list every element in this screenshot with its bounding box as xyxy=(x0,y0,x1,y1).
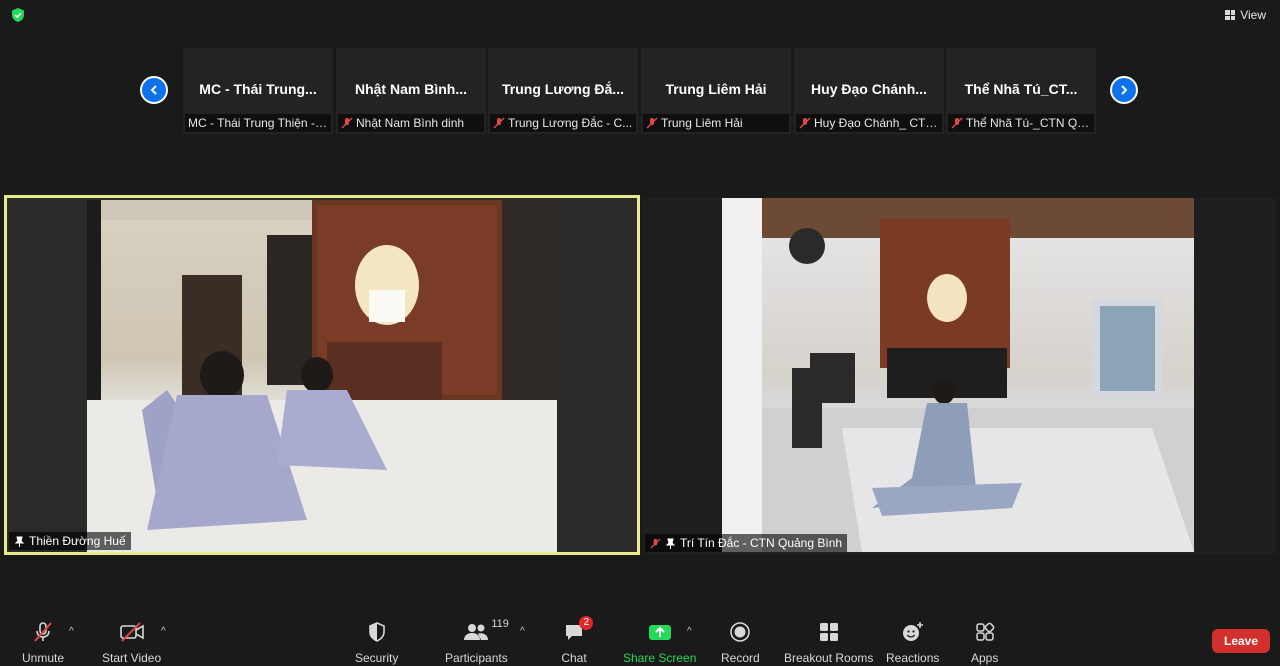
shield-icon xyxy=(364,620,390,644)
participant-label: MC - Thái Trung Thiện - ... xyxy=(185,114,331,132)
record-button[interactable]: Record xyxy=(721,620,760,665)
apps-icon xyxy=(972,620,998,644)
mic-muted-icon xyxy=(951,117,963,129)
mic-muted-icon xyxy=(30,620,56,644)
participant-title: Trung Lương Đắ... xyxy=(502,81,624,97)
participant-label: Trung Liêm Hải xyxy=(643,114,789,132)
reactions-label: Reactions xyxy=(886,651,940,665)
pin-icon xyxy=(14,536,25,547)
participant-title: Nhật Nam Bình... xyxy=(354,81,467,97)
pin-icon xyxy=(665,538,676,549)
video-options-caret[interactable]: ^ xyxy=(161,626,166,637)
meditation-hall-scene xyxy=(87,200,557,552)
participant-label: Huy Đạo Chánh_ CTN... xyxy=(796,114,942,132)
apps-label: Apps xyxy=(971,651,999,665)
security-button[interactable]: Security xyxy=(355,620,398,665)
participant-name-tag: Trí Tín Đắc - CTN Quảng Bình xyxy=(645,534,848,552)
meditation-hall-scene xyxy=(722,198,1194,552)
participant-tile[interactable]: MC - Thái Trung... MC - Thái Trung Thiện… xyxy=(183,48,333,134)
record-label: Record xyxy=(721,651,760,665)
smiley-plus-icon xyxy=(900,620,926,644)
chevron-right-icon xyxy=(1121,85,1128,95)
previous-page-button[interactable] xyxy=(140,76,168,104)
participant-name-tag: Thiền Đường Huế xyxy=(9,532,131,550)
participant-title: Trung Liêm Hải xyxy=(665,81,767,97)
chat-unread-badge: 2 xyxy=(579,616,593,630)
mic-muted-icon xyxy=(650,537,661,549)
mic-muted-icon xyxy=(646,117,658,129)
record-icon xyxy=(727,620,753,644)
participants-count: 119 xyxy=(491,618,509,630)
participant-title: Thể Nhã Tú_CT... xyxy=(964,81,1078,97)
participant-label: Thể Nhã Tú-_CTN Qu... xyxy=(948,114,1094,132)
mic-muted-icon xyxy=(493,117,505,129)
video-feed xyxy=(87,200,557,552)
participant-tile[interactable]: Thể Nhã Tú_CT... Thể Nhã Tú-_CTN Qu... xyxy=(946,48,1096,134)
participant-tile[interactable]: Huy Đạo Chánh... Huy Đạo Chánh_ CTN... xyxy=(794,48,944,134)
security-label: Security xyxy=(355,651,399,665)
participant-label: Nhật Nam Bình dinh xyxy=(338,114,484,132)
unmute-label: Unmute xyxy=(22,651,65,665)
participants-button[interactable]: 119 Participants xyxy=(445,618,509,665)
view-button[interactable]: View xyxy=(1225,8,1266,22)
participant-tile[interactable]: Trung Lương Đắ... Trung Lương Đắc - C... xyxy=(488,48,638,134)
reactions-button[interactable]: Reactions xyxy=(886,620,939,665)
mic-muted-icon xyxy=(341,117,353,129)
video-off-icon xyxy=(119,620,145,644)
next-page-button[interactable] xyxy=(1110,76,1138,104)
participant-title: MC - Thái Trung... xyxy=(199,81,317,97)
share-screen-button[interactable]: Share Screen xyxy=(623,620,696,665)
participants-label: Participants xyxy=(445,651,508,665)
active-speaker-video[interactable]: Thiền Đường Huế xyxy=(4,195,640,555)
start-video-button[interactable]: Start Video xyxy=(102,620,161,665)
share-options-caret[interactable]: ^ xyxy=(687,626,692,637)
share-screen-label: Share Screen xyxy=(623,651,697,665)
chevron-left-icon xyxy=(150,85,157,95)
participant-video[interactable]: Trí Tín Đắc - CTN Quảng Bình xyxy=(643,198,1276,554)
participant-tile[interactable]: Trung Liêm Hải Trung Liêm Hải xyxy=(641,48,791,134)
participants-options-caret[interactable]: ^ xyxy=(520,626,525,637)
breakout-rooms-label: Breakout Rooms xyxy=(784,651,874,665)
unmute-button[interactable]: Unmute xyxy=(22,620,64,665)
view-label: View xyxy=(1240,8,1266,22)
meeting-toolbar: Unmute ^ Start Video ^ Security 119 Part… xyxy=(0,612,1280,666)
people-icon: 119 xyxy=(463,618,509,644)
chat-label: Chat xyxy=(561,651,587,665)
audio-options-caret[interactable]: ^ xyxy=(69,626,74,637)
view-grid-icon xyxy=(1225,10,1236,20)
start-video-label: Start Video xyxy=(102,651,162,665)
chat-bubble-icon: 2 xyxy=(561,616,593,644)
breakout-rooms-icon xyxy=(816,620,842,644)
mic-muted-icon xyxy=(799,117,811,129)
video-feed xyxy=(722,198,1194,552)
participant-label: Trung Lương Đắc - C... xyxy=(490,114,636,132)
share-screen-icon xyxy=(647,620,673,644)
leave-button[interactable]: Leave xyxy=(1212,629,1270,653)
participant-tile[interactable]: Nhật Nam Bình... Nhật Nam Bình dinh xyxy=(336,48,486,134)
participant-title: Huy Đạo Chánh... xyxy=(811,81,927,97)
breakout-rooms-button[interactable]: Breakout Rooms xyxy=(784,620,873,665)
shield-icon[interactable] xyxy=(10,7,26,23)
chat-button[interactable]: 2 Chat xyxy=(561,616,593,665)
apps-button[interactable]: Apps xyxy=(971,620,998,665)
